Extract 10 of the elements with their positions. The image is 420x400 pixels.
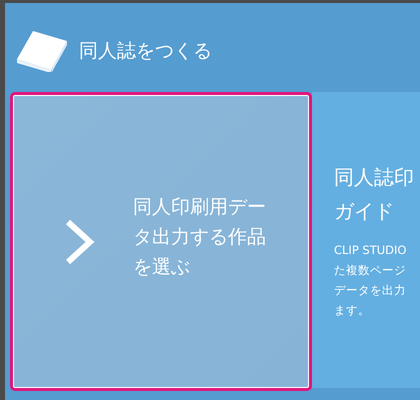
- guide-title: 同人誌印: [334, 164, 415, 191]
- option-label: 同人印刷用データ出力する作品を選ぶ: [133, 194, 267, 280]
- guide-description: ます。: [334, 302, 371, 319]
- guide-description: CLIP STUDIO: [334, 242, 408, 259]
- chevron-icon: [63, 218, 95, 264]
- guide-description: データを出力: [334, 282, 407, 299]
- page-title: 同人誌をつくる: [79, 38, 212, 64]
- guide-title: ガイド: [334, 198, 395, 225]
- guide-description: た複数ページ: [334, 262, 407, 279]
- option-card[interactable]: 同人印刷用データ出力する作品を選ぶ: [10, 92, 312, 391]
